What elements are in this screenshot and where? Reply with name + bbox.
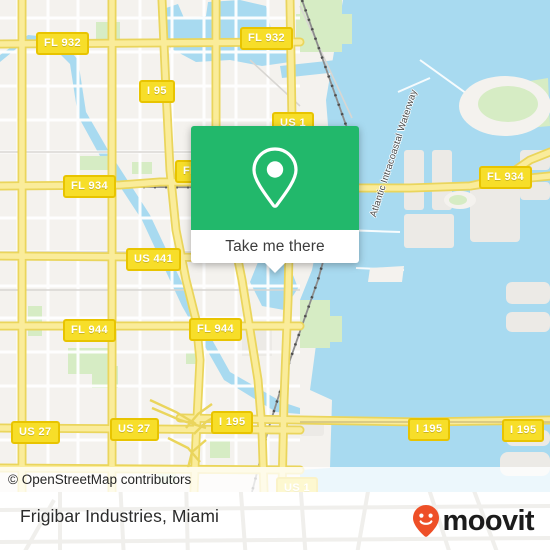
screenshot-root: FL 932 FL 932 I 95 US 1 FL 934 FL 934 FL… xyxy=(0,0,550,550)
shield-fl-934-east[interactable]: FL 934 xyxy=(479,166,533,189)
moovit-wordmark: moovit xyxy=(442,505,535,537)
moovit-logo[interactable]: moovit xyxy=(411,504,535,538)
shield-us-441[interactable]: US 441 xyxy=(126,248,182,271)
info-card-header xyxy=(191,126,359,230)
info-card-pointer-tail xyxy=(264,262,286,273)
shield-fl-944-west[interactable]: FL 944 xyxy=(63,319,117,342)
shield-fl-932-east[interactable]: FL 932 xyxy=(240,27,294,50)
shield-fl-944-east[interactable]: FL 944 xyxy=(189,318,243,341)
info-card-footer[interactable]: Take me there xyxy=(191,230,359,273)
shield-fl-932-west[interactable]: FL 932 xyxy=(36,32,90,55)
place-title: Frigibar Industries, Miami xyxy=(20,506,220,526)
shield-i-195-mid[interactable]: I 195 xyxy=(408,418,451,441)
shield-i-95[interactable]: I 95 xyxy=(139,80,175,103)
location-info-card[interactable]: Take me there xyxy=(191,126,359,273)
map-canvas[interactable]: FL 932 FL 932 I 95 US 1 FL 934 FL 934 FL… xyxy=(0,0,550,492)
moovit-smiley-pin-icon xyxy=(412,505,439,537)
shield-fl-934-west[interactable]: FL 934 xyxy=(63,175,117,198)
map-attribution[interactable]: © OpenStreetMap contributors xyxy=(0,467,550,492)
location-pin-icon xyxy=(252,147,298,208)
shield-us-27-west[interactable]: US 27 xyxy=(11,421,60,444)
take-me-there-label: Take me there xyxy=(225,237,325,255)
page-footer: Frigibar Industries, Miami moovit xyxy=(0,492,550,550)
shield-i-195-west[interactable]: I 195 xyxy=(211,411,254,434)
shield-i-195-east[interactable]: I 195 xyxy=(502,419,545,442)
shield-us-27-east[interactable]: US 27 xyxy=(110,418,159,441)
